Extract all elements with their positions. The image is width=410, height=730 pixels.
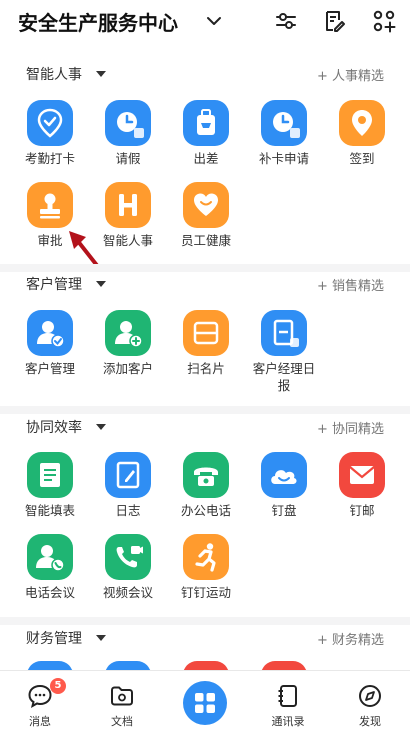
app-label: 添加客户 xyxy=(102,361,153,376)
luggage-icon xyxy=(183,100,229,146)
app-ding-drive[interactable]: 钉盘 xyxy=(246,452,322,532)
app-label: 请假 xyxy=(115,151,141,166)
section-more-link[interactable]: + 销售精选 xyxy=(317,275,384,294)
app-sign-in[interactable]: 签到 xyxy=(324,100,400,180)
folder-icon xyxy=(111,686,133,706)
app-label: 钉钉运动 xyxy=(180,585,231,600)
app-label: 日志 xyxy=(115,503,141,518)
filter-settings-icon[interactable] xyxy=(274,9,298,33)
app-customer-management[interactable]: 客户管理 xyxy=(12,310,88,390)
scan-card-icon xyxy=(183,310,229,356)
unread-badge: 5 xyxy=(50,678,66,694)
app-label: 客户经理日报 xyxy=(252,361,316,393)
app-office-phone[interactable]: 办公电话 xyxy=(168,452,244,532)
phone-icon xyxy=(183,452,229,498)
tab-discover[interactable]: 发现 xyxy=(340,671,400,730)
section-more-link[interactable]: + 人事精选 xyxy=(317,65,384,84)
app-scan-card[interactable]: 扫名片 xyxy=(168,310,244,390)
header: 安全生产服务中心 xyxy=(0,0,410,44)
running-person-icon xyxy=(183,534,229,580)
tab-label: 发现 xyxy=(359,715,381,728)
section-crm-header: 客户管理 + 销售精选 xyxy=(0,272,410,296)
tab-messages[interactable]: 5 消息 xyxy=(10,671,70,730)
tab-label: 通讯录 xyxy=(271,715,305,728)
app-label: 办公电话 xyxy=(180,503,231,518)
app-log[interactable]: 日志 xyxy=(90,452,166,532)
tab-label: 文档 xyxy=(111,715,133,728)
app-employee-health[interactable]: 员工健康 xyxy=(168,182,244,262)
clock-person-icon xyxy=(105,100,151,146)
app-video-meeting[interactable]: 视频会议 xyxy=(90,534,166,614)
app-label: 钉盘 xyxy=(271,503,297,518)
app-label: 出差 xyxy=(193,151,219,166)
edit-list-icon[interactable] xyxy=(322,9,346,33)
section-finance-header: 财务管理 + 财务精选 xyxy=(0,626,410,650)
tab-contacts[interactable]: 通讯录 xyxy=(258,671,318,730)
app-label: 客户管理 xyxy=(24,361,75,376)
tab-docs[interactable]: 文档 xyxy=(92,671,152,730)
app-leave[interactable]: 请假 xyxy=(90,100,166,180)
section-title[interactable]: 智能人事 xyxy=(26,64,82,84)
section-title[interactable]: 客户管理 xyxy=(26,274,82,294)
heart-icon xyxy=(183,182,229,228)
mail-icon xyxy=(339,452,385,498)
divider xyxy=(0,617,410,625)
app-label: 签到 xyxy=(349,151,375,166)
app-phone-meeting[interactable]: 电话会议 xyxy=(12,534,88,614)
stamp-icon xyxy=(27,182,73,228)
tab-label: 消息 xyxy=(29,715,51,728)
app-label: 补卡申请 xyxy=(258,151,309,166)
app-label: 视频会议 xyxy=(102,585,153,600)
app-label: 员工健康 xyxy=(180,233,231,248)
app-label: 扫名片 xyxy=(187,361,225,376)
caret-down-icon[interactable] xyxy=(96,281,106,287)
workbench-button[interactable] xyxy=(183,681,227,725)
app-clockin-correction[interactable]: 补卡申请 xyxy=(246,100,322,180)
section-title[interactable]: 协同效率 xyxy=(26,417,82,437)
app-label: 电话会议 xyxy=(24,585,75,600)
app-ding-sport[interactable]: 钉钉运动 xyxy=(168,534,244,614)
app-add-customer[interactable]: 添加客户 xyxy=(90,310,166,390)
org-title[interactable]: 安全生产服务中心 xyxy=(18,7,178,36)
report-icon xyxy=(261,310,307,356)
map-pin-icon xyxy=(339,100,385,146)
app-manager-daily[interactable]: 客户经理日报 xyxy=(246,310,322,393)
app-label: 钉邮 xyxy=(349,503,375,518)
section-more-link[interactable]: + 财务精选 xyxy=(317,629,384,648)
app-attendance[interactable]: 考勤打卡 xyxy=(12,100,88,180)
person-check-icon xyxy=(27,310,73,356)
cloud-icon xyxy=(261,452,307,498)
person-add-icon xyxy=(105,310,151,356)
notebook-pen-icon xyxy=(105,452,151,498)
caret-down-icon[interactable] xyxy=(96,635,106,641)
section-hr-header: 智能人事 + 人事精选 xyxy=(0,62,410,86)
bottom-tab-bar: 5 消息 文档 通讯录 发现 xyxy=(0,670,410,730)
app-ding-mail[interactable]: 钉邮 xyxy=(324,452,400,532)
form-icon xyxy=(27,452,73,498)
location-check-icon xyxy=(27,100,73,146)
divider xyxy=(0,264,410,272)
contacts-book-icon xyxy=(278,685,297,707)
person-phone-icon xyxy=(27,534,73,580)
video-call-icon xyxy=(105,534,151,580)
chevron-down-icon[interactable] xyxy=(205,12,223,30)
caret-down-icon[interactable] xyxy=(96,71,106,77)
section-collab-header: 协同效率 + 协同精选 xyxy=(0,415,410,439)
app-label: 考勤打卡 xyxy=(24,151,75,166)
app-smart-form[interactable]: 智能填表 xyxy=(12,452,88,532)
section-more-link[interactable]: + 协同精选 xyxy=(317,418,384,437)
compass-icon xyxy=(359,685,381,707)
letter-h-icon xyxy=(105,182,151,228)
divider xyxy=(0,406,410,414)
section-title[interactable]: 财务管理 xyxy=(26,628,82,648)
app-business-trip[interactable]: 出差 xyxy=(168,100,244,180)
app-label: 智能填表 xyxy=(24,503,75,518)
caret-down-icon[interactable] xyxy=(96,424,106,430)
grid-add-icon[interactable] xyxy=(372,9,396,33)
clock-person-icon xyxy=(261,100,307,146)
grid-four-icon xyxy=(195,693,215,713)
